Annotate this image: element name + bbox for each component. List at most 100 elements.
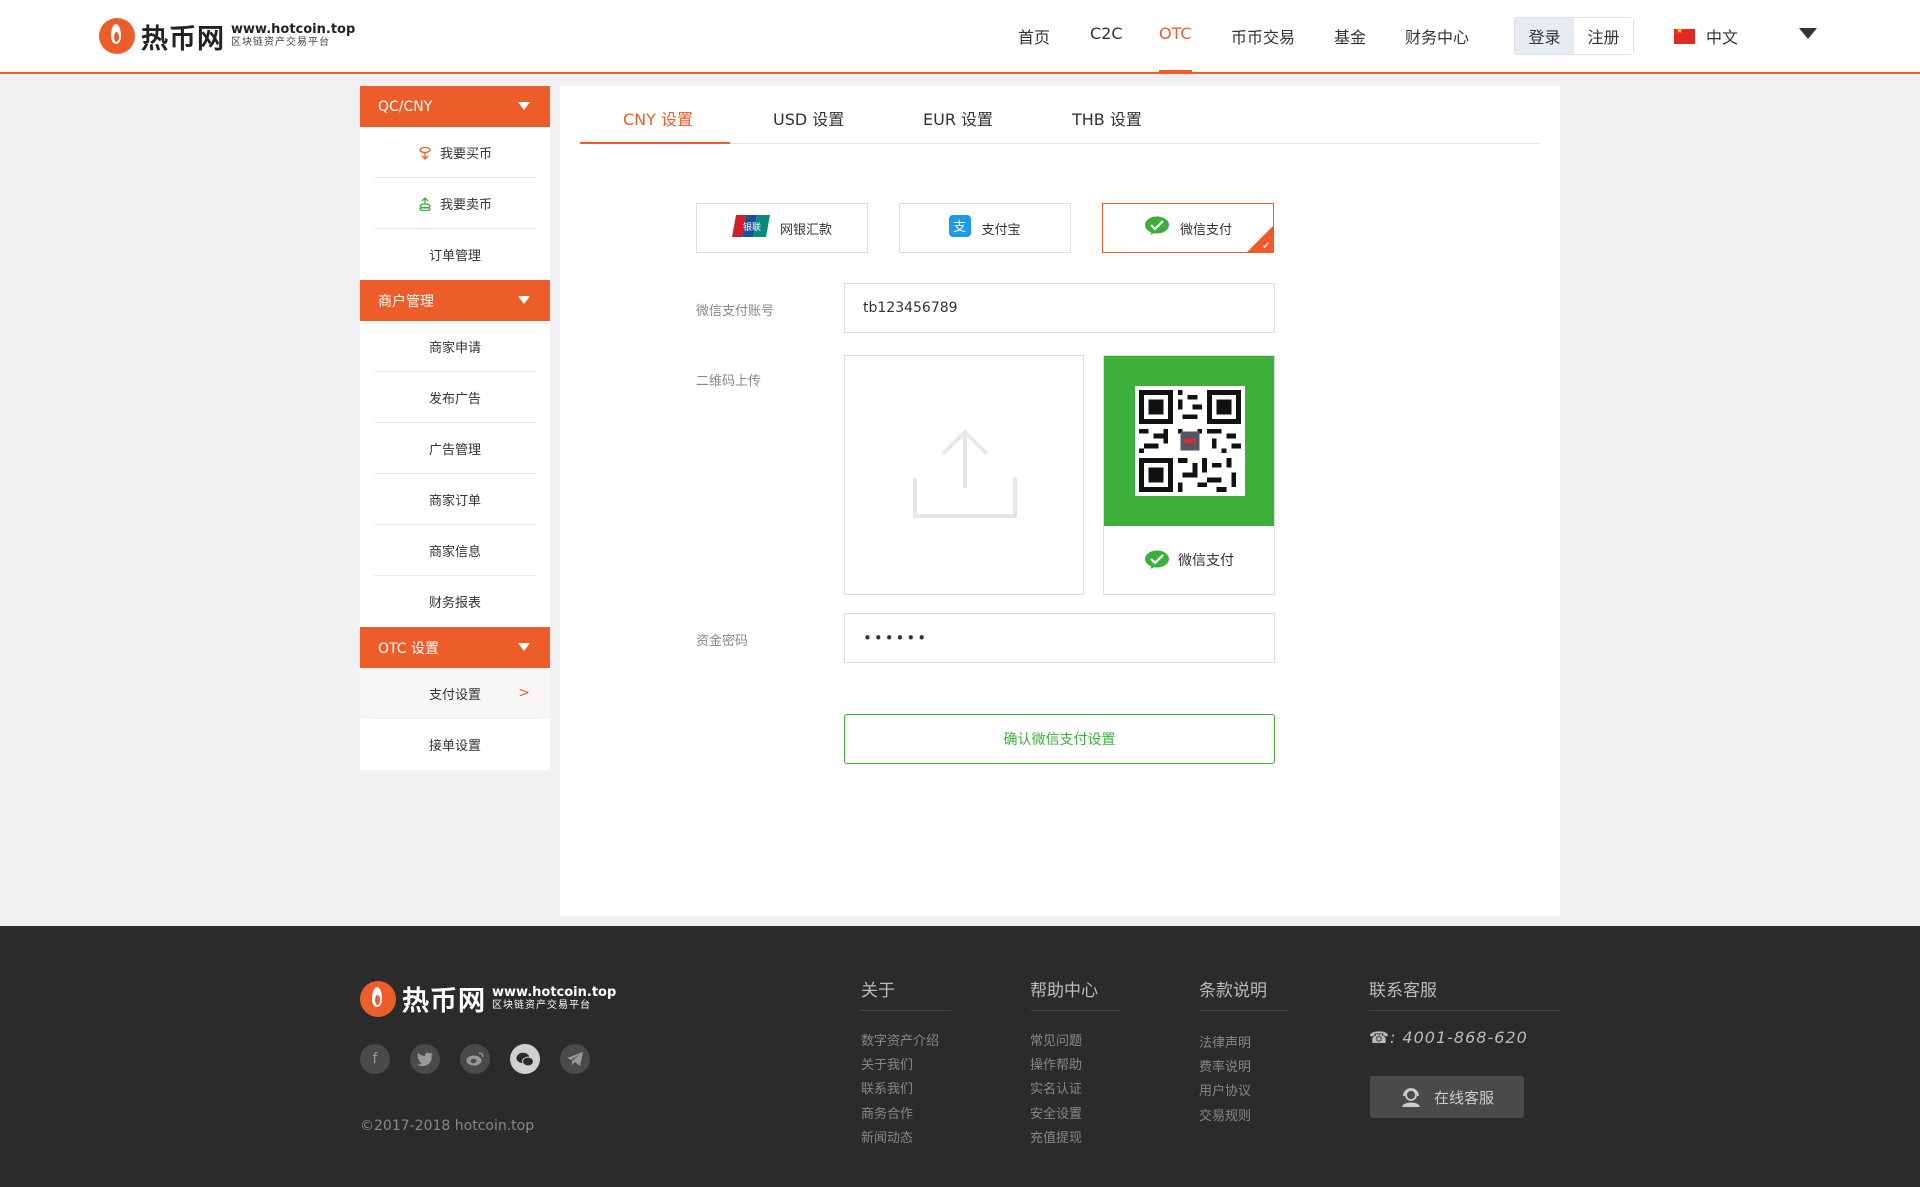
unionpay-icon: 银联 [731, 215, 770, 241]
sidebar-item-post-ad[interactable]: 发布广告 [360, 372, 550, 423]
chevron-right-icon: > [518, 685, 530, 701]
sidebar-item-financial-report[interactable]: 财务报表 [360, 576, 550, 627]
weibo-icon[interactable] [460, 1044, 490, 1074]
footer-brand-logo[interactable]: 热币网 www.hotcoin.top 区块链资产交易平台 [360, 979, 616, 1018]
sidebar-item-payment-settings[interactable]: 支付设置 > [360, 668, 550, 719]
headset-icon [1401, 1088, 1420, 1107]
sidebar-item-label: 我要卖币 [439, 198, 492, 213]
alipay-icon: 支 [949, 215, 972, 241]
sidebar: QC/CNY 我要买币 我要卖币 订单管理 商户管理 商家申请 发布广告 广告管… [360, 86, 550, 770]
footer-col-title-help: 帮助中心 [1030, 981, 1098, 1001]
register-button[interactable]: 注册 [1574, 18, 1633, 54]
triangle-down-icon [518, 102, 530, 110]
sidebar-item-orders[interactable]: 订单管理 [360, 229, 550, 280]
telegram-icon[interactable] [560, 1044, 590, 1074]
footer-link[interactable]: 充值提现 [1030, 1127, 1082, 1146]
tab-usd[interactable]: USD 设置 [773, 106, 844, 130]
nav-fund[interactable]: 基金 [1334, 24, 1366, 48]
auth-group: 登录 注册 [1514, 17, 1634, 55]
tab-thb[interactable]: THB 设置 [1072, 106, 1142, 130]
online-service-button[interactable]: 在线客服 [1370, 1076, 1524, 1118]
sidebar-group-merchant[interactable]: 商户管理 [360, 280, 550, 321]
sidebar-group-title: 商户管理 [378, 293, 434, 310]
footer-brand-name: 热币网 [402, 986, 486, 1017]
footer-link[interactable]: 用户协议 [1199, 1080, 1251, 1099]
sidebar-item-label: 接单设置 [428, 739, 481, 754]
flame-logo-icon [360, 980, 396, 1017]
nav-finance-center[interactable]: 财务中心 [1405, 24, 1469, 48]
brand-url: www.hotcoin.top [231, 22, 356, 37]
sidebar-group-title: OTC 设置 [378, 640, 439, 657]
sidebar-item-label: 支付设置 [428, 688, 481, 703]
fund-password-input[interactable]: •••••• [844, 613, 1275, 663]
facebook-icon[interactable]: f [360, 1044, 390, 1074]
support-phone: ☎: 4001-868-620 [1369, 1028, 1528, 1047]
nav-spot-trading[interactable]: 币币交易 [1231, 24, 1295, 48]
nav-otc[interactable]: OTC [1159, 24, 1192, 43]
footer-link[interactable]: 关于我们 [861, 1054, 913, 1073]
tab-eur[interactable]: EUR 设置 [923, 106, 993, 130]
flame-logo-icon [99, 18, 135, 54]
nav-c2c[interactable]: C2C [1090, 24, 1123, 43]
qr-upload-label: 二维码上传 [696, 374, 762, 389]
svg-text:支: 支 [953, 220, 966, 235]
svg-text:银联: 银联 [743, 221, 761, 233]
wechat-pay-button[interactable]: 微信支付 ✓ [1102, 203, 1274, 253]
footer: 热币网 www.hotcoin.top 区块链资产交易平台 f ©2017-20… [0, 926, 1920, 1187]
wechat-account-input[interactable]: tb123456789 [844, 283, 1275, 333]
footer-col-title-terms: 条款说明 [1199, 981, 1267, 1001]
footer-col-title-contact: 联系客服 [1369, 981, 1437, 1001]
caret-down-icon[interactable] [1799, 28, 1817, 39]
currency-tabs: CNY 设置 USD 设置 EUR 设置 THB 设置 [580, 86, 1540, 144]
wechat-pay-icon [1145, 550, 1169, 569]
footer-link[interactable]: 实名认证 [1030, 1078, 1082, 1097]
footer-link[interactable]: 新闻动态 [861, 1127, 913, 1146]
language-selector[interactable]: 中文 [1674, 24, 1738, 48]
triangle-down-icon [518, 296, 530, 304]
bank-transfer-button[interactable]: 银联 网银汇款 [696, 203, 868, 253]
footer-link[interactable]: 费率说明 [1199, 1056, 1251, 1075]
sidebar-item-sell[interactable]: 我要卖币 [360, 178, 550, 229]
sell-coin-icon [418, 196, 432, 211]
sidebar-group-title: QC/CNY [378, 98, 433, 115]
footer-brand-tagline: 区块链资产交易平台 [492, 999, 591, 1011]
copyright: ©2017-2018 hotcoin.top [360, 1118, 535, 1134]
sidebar-item-merchant-apply[interactable]: 商家申请 [360, 321, 550, 372]
sidebar-item-label: 财务报表 [428, 596, 481, 611]
account-label: 微信支付账号 [696, 304, 775, 319]
footer-link[interactable]: 常见问题 [1030, 1030, 1082, 1049]
sidebar-item-merchant-info[interactable]: 商家信息 [360, 525, 550, 576]
brand-logo[interactable]: 热币网 www.hotcoin.top 区块链资产交易平台 [99, 16, 355, 56]
sidebar-group-otc-settings[interactable]: OTC 设置 [360, 627, 550, 668]
footer-link[interactable]: 联系我们 [861, 1078, 913, 1097]
sidebar-item-order-taking-settings[interactable]: 接单设置 [360, 719, 550, 770]
confirm-wechat-pay-button[interactable]: 确认微信支付设置 [844, 714, 1275, 764]
footer-link[interactable]: 法律声明 [1199, 1032, 1251, 1051]
nav-active-indicator [1159, 70, 1192, 73]
main-panel: CNY 设置 USD 设置 EUR 设置 THB 设置 银联 网银汇款 支 支付… [560, 86, 1560, 916]
wechat-icon[interactable] [510, 1044, 540, 1074]
triangle-down-icon [518, 643, 530, 651]
footer-link[interactable]: 商务合作 [861, 1103, 913, 1122]
footer-link[interactable]: 安全设置 [1030, 1103, 1082, 1122]
footer-link[interactable]: 数字资产介绍 [861, 1030, 939, 1049]
footer-brand-url: www.hotcoin.top [492, 984, 617, 1000]
online-service-label: 在线客服 [1433, 1088, 1494, 1107]
qr-upload-dropzone[interactable] [844, 355, 1084, 595]
check-icon: ✓ [1261, 239, 1271, 252]
login-button[interactable]: 登录 [1515, 18, 1574, 54]
footer-link[interactable]: 操作帮助 [1030, 1054, 1082, 1073]
footer-link[interactable]: 交易规则 [1199, 1105, 1251, 1124]
sidebar-item-merchant-orders[interactable]: 商家订单 [360, 474, 550, 525]
sidebar-item-buy[interactable]: 我要买币 [360, 127, 550, 178]
sidebar-group-qc-cny[interactable]: QC/CNY [360, 86, 550, 127]
payment-method-label: 网银汇款 [779, 222, 832, 238]
twitter-icon[interactable] [410, 1044, 440, 1074]
sidebar-item-label: 发布广告 [428, 392, 481, 407]
alipay-button[interactable]: 支 支付宝 [899, 203, 1071, 253]
tab-cny[interactable]: CNY 设置 [623, 106, 693, 130]
sidebar-item-ad-management[interactable]: 广告管理 [360, 423, 550, 474]
nav-home[interactable]: 首页 [1018, 24, 1050, 48]
china-flag-icon [1674, 26, 1695, 44]
upload-icon [913, 429, 1017, 518]
